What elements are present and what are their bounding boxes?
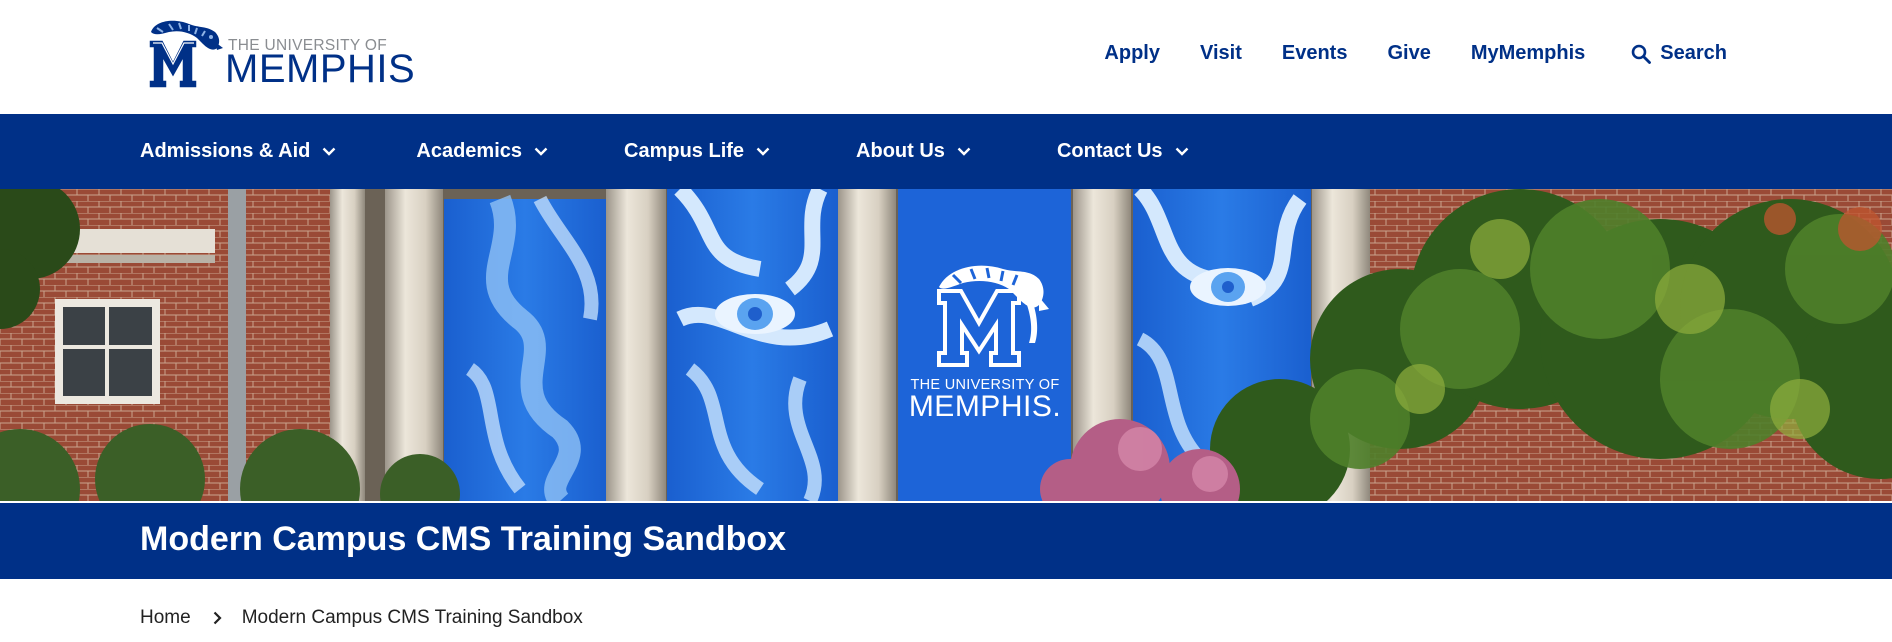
logo-line-memphis: MEMPHIS <box>225 47 416 91</box>
nav-item-admissions-aid[interactable]: Admissions & Aid <box>140 140 336 163</box>
utility-link-events[interactable]: Events <box>1282 42 1348 65</box>
tiger-m-logo-icon <box>937 265 1049 367</box>
chevron-down-icon <box>957 147 971 156</box>
breadcrumb: Home Modern Campus CMS Training Sandbox <box>140 607 583 629</box>
nav-item-academics[interactable]: Academics <box>416 140 548 163</box>
banner-line-memphis: MEMPHIS. <box>908 390 1062 423</box>
page-title-band: Modern Campus CMS Training Sandbox <box>0 503 1892 579</box>
utility-nav: Apply Visit Events Give MyMemphis Search <box>1064 42 1727 65</box>
chevron-right-icon <box>213 611 222 625</box>
nav-item-label: About Us <box>856 140 945 162</box>
chevron-down-icon <box>1175 147 1188 156</box>
search-icon <box>1631 44 1652 64</box>
page-title: Modern Campus CMS Training Sandbox <box>140 520 787 558</box>
utility-link-apply[interactable]: Apply <box>1104 42 1160 65</box>
search-label: Search <box>1660 42 1727 64</box>
chevron-down-icon <box>534 147 548 156</box>
main-nav: Admissions & Aid Academics Campus Life A… <box>0 114 1892 189</box>
chevron-down-icon <box>323 147 336 156</box>
utility-link-visit[interactable]: Visit <box>1200 42 1242 65</box>
top-header: THE UNIVERSITY OF MEMPHIS Apply Visit Ev… <box>0 0 1892 114</box>
nav-item-campus-life[interactable]: Campus Life <box>624 140 770 163</box>
utility-link-mymemphis[interactable]: MyMemphis <box>1471 42 1585 65</box>
university-logo[interactable]: THE UNIVERSITY OF MEMPHIS <box>145 18 415 91</box>
nav-item-label: Academics <box>416 140 523 162</box>
hero-banner-image: THE UNIVERSITY OF MEMPHIS. <box>0 189 1892 501</box>
nav-item-contact-us[interactable]: Contact Us <box>1057 140 1189 163</box>
search-button[interactable]: Search <box>1631 42 1727 65</box>
nav-item-label: Campus Life <box>624 140 745 162</box>
breadcrumb-home-link[interactable]: Home <box>140 607 191 629</box>
banner-university-logo: THE UNIVERSITY OF MEMPHIS. <box>899 257 1071 427</box>
breadcrumb-current: Modern Campus CMS Training Sandbox <box>241 607 583 628</box>
chevron-down-icon <box>756 147 770 156</box>
tiger-m-logo-icon <box>148 20 223 89</box>
nav-item-label: Contact Us <box>1056 140 1163 162</box>
nav-item-about-us[interactable]: About Us <box>856 140 971 163</box>
nav-item-label: Admissions & Aid <box>140 140 311 162</box>
utility-link-give[interactable]: Give <box>1387 42 1430 65</box>
